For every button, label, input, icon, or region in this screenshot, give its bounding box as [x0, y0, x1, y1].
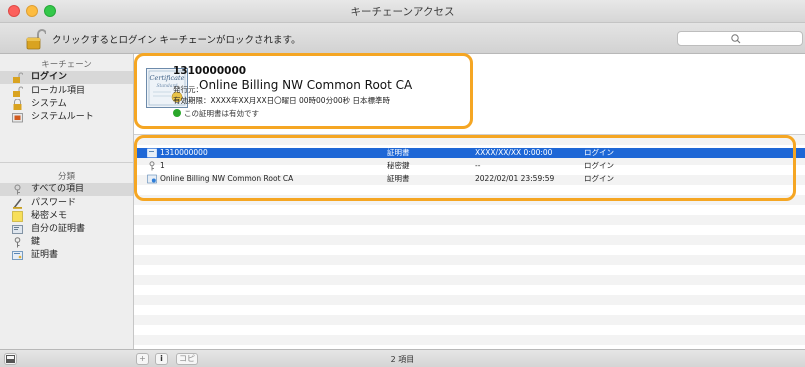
certificate-icon	[147, 148, 157, 158]
row-expires: --	[475, 161, 481, 170]
sidebar-item-label: システム	[31, 99, 67, 109]
sidebar-item-system-roots[interactable]: システムルート	[0, 111, 133, 124]
categories-header: 分類	[57, 172, 75, 182]
list-row-root-ca-certificate[interactable]: Online Billing NW Common Root CA 証明書 202…	[134, 174, 805, 184]
sidebar-item-label: システムルート	[31, 112, 94, 122]
certificate-icon	[12, 251, 23, 260]
title-bar: キーチェーンアクセス	[0, 0, 805, 23]
list-stripe	[134, 275, 805, 285]
certificate-expiry: 有効期限：XXXX年XX月XX日〇曜日 00時00分00秒 日本標準時	[173, 96, 391, 105]
sidebar-item-label: パスワード	[31, 198, 77, 208]
row-name: 1310000000	[160, 148, 208, 157]
sidebar-item-certificates[interactable]: 証明書	[0, 249, 133, 262]
certificate-issuer: Online Billing NW Common Root CA	[199, 78, 413, 92]
row-expires: 2022/02/01 23:59:59	[475, 174, 555, 183]
unlocked-padlock-icon	[13, 86, 23, 97]
item-list: 1310000000 証明書 XXXX/XX/XX 0:00:00 ログイン 1…	[134, 135, 805, 349]
sidebar-item-label: ログイン	[31, 72, 68, 82]
list-stripe	[134, 295, 805, 305]
row-kind: 証明書	[387, 148, 410, 157]
item-count: 2 項目	[390, 355, 415, 364]
sidebar-item-label: ローカル項目	[31, 86, 86, 96]
list-row-private-key[interactable]: 1 秘密鍵 -- ログイン	[134, 161, 805, 171]
list-stripe	[134, 195, 805, 205]
row-kind: 秘密鍵	[387, 161, 410, 170]
list-stripe	[134, 255, 805, 265]
toolbar: クリックするとログイン キーチェーンがロックされます。	[0, 23, 805, 54]
lock-status-label: クリックするとログイン キーチェーンがロックされます。	[52, 35, 301, 46]
sidebar-item-all-items[interactable]: すべての項目	[0, 183, 133, 196]
sidebar: キーチェーン ログイン ローカル項目 システム システムルート 分類 すべての項…	[0, 54, 134, 349]
certificate-status: この証明書は有効です	[173, 108, 259, 119]
bottom-bar: + i コピー 2 項目	[0, 349, 805, 367]
list-stripe	[134, 215, 805, 225]
sidebar-item-label: 証明書	[31, 250, 59, 260]
sidebar-item-keys[interactable]: 鍵	[0, 236, 133, 249]
row-name: 1	[160, 161, 165, 170]
sidebar-item-label: 自分の証明書	[31, 224, 86, 234]
search-icon	[731, 34, 741, 44]
list-stripe	[134, 135, 805, 145]
row-keychain: ログイン	[584, 161, 614, 170]
sidebar-item-label: すべての項目	[31, 184, 85, 194]
sidebar-item-label: 秘密メモ	[31, 211, 68, 221]
list-stripe	[134, 335, 805, 345]
key-icon	[149, 161, 155, 171]
row-keychain: ログイン	[584, 148, 614, 157]
locked-padlock-icon	[13, 99, 22, 110]
list-row-certificate-1310000000[interactable]: 1310000000 証明書 XXXX/XX/XX 0:00:00 ログイン	[134, 148, 805, 158]
window-title: キーチェーンアクセス	[350, 6, 455, 18]
key-icon	[14, 237, 21, 248]
all-items-icon	[14, 184, 21, 195]
sidebar-item-label: 鍵	[31, 237, 41, 247]
certificate-name: 1310000000	[173, 65, 247, 77]
row-name: Online Billing NW Common Root CA	[160, 174, 294, 183]
sidebar-item-passwords[interactable]: パスワード	[0, 197, 133, 210]
list-stripe	[134, 235, 805, 245]
list-stripe	[134, 315, 805, 325]
sidebar-item-login[interactable]: ログイン	[0, 71, 133, 84]
keychains-header: キーチェーン	[41, 60, 92, 70]
folder-icon	[12, 113, 23, 123]
unlocked-padlock-icon[interactable]	[24, 28, 46, 50]
search-field[interactable]	[677, 31, 803, 46]
password-icon	[13, 198, 22, 209]
row-expires: XXXX/XX/XX 0:00:00	[475, 148, 553, 157]
unlocked-padlock-icon	[13, 72, 23, 83]
sidebar-item-local-items[interactable]: ローカル項目	[0, 85, 133, 98]
my-certificate-icon	[12, 225, 23, 234]
sidebar-item-my-certificates[interactable]: 自分の証明書	[0, 223, 133, 236]
row-keychain: ログイン	[584, 174, 614, 183]
certificate-detail-panel: Certificate Standard 1310000000 発行元： Onl…	[134, 54, 805, 135]
row-kind: 証明書	[387, 174, 410, 183]
secure-note-icon	[12, 211, 23, 222]
certificate-icon	[147, 174, 157, 184]
certificate-status-text: この証明書は有効です	[184, 109, 259, 118]
sidebar-item-secure-notes[interactable]: 秘密メモ	[0, 210, 133, 223]
sidebar-divider	[0, 162, 133, 163]
sidebar-item-system[interactable]: システム	[0, 98, 133, 111]
checkmark-icon	[173, 109, 181, 117]
keychain-window: キーチェーンアクセス クリックするとログイン キーチェーンがロックされます。 キ…	[0, 0, 805, 367]
